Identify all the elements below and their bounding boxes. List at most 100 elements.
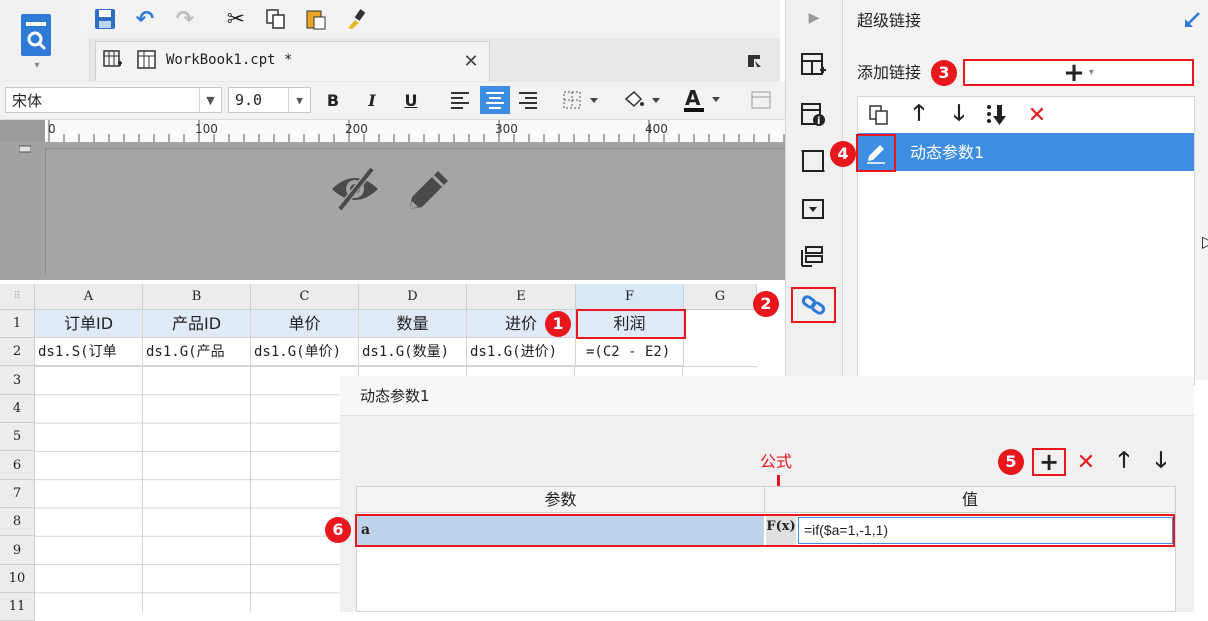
chevron-down-icon: ▾ — [1088, 67, 1094, 78]
add-param-button[interactable]: + — [1032, 448, 1066, 476]
step-badge-6: 6 — [325, 517, 351, 543]
plus-icon: + — [1063, 57, 1085, 88]
step-badge-4: 4 — [830, 141, 856, 167]
redo-icon[interactable]: ↷ — [172, 6, 198, 32]
panel-title: 超级链接 — [857, 11, 922, 30]
column-header[interactable]: E — [467, 284, 576, 310]
align-center-icon[interactable] — [480, 86, 510, 114]
cell-style-icon[interactable] — [748, 87, 774, 113]
data-cell[interactable]: ds1.G(产品 — [143, 338, 251, 366]
paste-icon[interactable] — [303, 6, 329, 32]
ruler-label: 300 — [495, 122, 518, 136]
bold-button[interactable]: B — [320, 86, 346, 114]
chevron-down-icon: ▼ — [288, 88, 310, 112]
hyperlink-icon[interactable] — [791, 287, 836, 323]
step-badge-3: 3 — [931, 60, 957, 86]
workbook-icon — [136, 49, 158, 71]
data-cell[interactable]: ds1.G(数量) — [359, 338, 467, 366]
header-cell[interactable]: 产品ID — [143, 310, 251, 338]
selected-cell-highlight — [576, 309, 686, 339]
report-icon[interactable] — [18, 10, 54, 60]
ruler-label: 200 — [345, 122, 368, 136]
copy-link-icon[interactable] — [864, 100, 894, 130]
chevron-down-icon[interactable]: ▾ — [28, 58, 46, 72]
frame-icon[interactable] — [797, 146, 829, 176]
italic-button[interactable]: I — [359, 86, 385, 114]
row-header[interactable]: 9 — [0, 536, 35, 565]
format-painter-icon[interactable] — [343, 6, 369, 32]
cell-element-icon[interactable] — [797, 50, 829, 80]
cell-pointer-icon[interactable] — [742, 50, 766, 72]
cut-icon[interactable]: ✂ — [223, 6, 249, 32]
row-header[interactable]: 1 — [0, 310, 35, 338]
step-badge-2: 2 — [753, 291, 779, 317]
param-row-highlight — [355, 514, 1175, 547]
font-family-value: 宋体 — [12, 91, 43, 110]
font-family-select[interactable]: 宋体 ▼ — [5, 87, 222, 113]
align-right-icon[interactable] — [515, 87, 541, 113]
row-header[interactable]: 7 — [0, 480, 35, 508]
row-header[interactable]: 6 — [0, 451, 35, 480]
add-link-button[interactable]: + ▾ — [963, 59, 1194, 86]
fill-color-icon[interactable] — [620, 87, 666, 113]
collapse-arrow-icon[interactable]: ▶ — [802, 8, 826, 28]
row-header[interactable]: 8 — [0, 508, 35, 536]
ruler-label: 0 — [48, 122, 56, 136]
align-left-icon[interactable] — [447, 87, 473, 113]
corner-cell[interactable]: ⠿ — [0, 284, 35, 310]
copy-icon[interactable] — [263, 6, 289, 32]
row-header[interactable]: 11 — [0, 593, 35, 621]
hide-eye-icon[interactable] — [326, 163, 384, 215]
edit-link-icon[interactable] — [856, 134, 896, 172]
close-tab-icon[interactable]: ✕ — [460, 50, 482, 72]
font-size-select[interactable]: 9.0 ▼ — [228, 87, 311, 113]
ruler-label: 100 — [195, 122, 218, 136]
formula-annotation: 公式 — [760, 452, 793, 471]
step-badge-1: 1 — [545, 311, 571, 337]
column-header[interactable]: D — [359, 284, 467, 310]
ruler-label: 400 — [645, 122, 668, 136]
add-link-label: 添加链接 — [857, 63, 922, 82]
condition-icon[interactable] — [797, 242, 829, 272]
value-col-header: 值 — [765, 487, 1175, 513]
row-header[interactable]: 5 — [0, 423, 35, 451]
widget-icon[interactable] — [797, 194, 829, 224]
header-cell[interactable]: 单价 — [251, 310, 359, 338]
data-cell[interactable]: ds1.G(单价) — [251, 338, 359, 366]
cell-attr-icon[interactable]: i — [797, 100, 829, 130]
column-header[interactable]: F — [576, 284, 684, 310]
column-header[interactable]: A — [35, 284, 143, 310]
column-header[interactable]: B — [143, 284, 251, 310]
undo-icon[interactable]: ↶ — [132, 6, 158, 32]
ruler-marker-icon — [18, 144, 32, 154]
row-header[interactable]: 4 — [0, 395, 35, 423]
svg-text:i: i — [817, 116, 820, 127]
edit-pencil-icon[interactable] — [400, 163, 456, 215]
row-header[interactable]: 2 — [0, 338, 35, 366]
svg-text:A: A — [685, 87, 701, 110]
data-cell[interactable]: ds1.G(进价) — [467, 338, 576, 366]
delete-icon[interactable]: ✕ — [1022, 100, 1052, 130]
font-size-value: 9.0 — [235, 91, 263, 109]
header-cell[interactable]: 数量 — [359, 310, 467, 338]
move-down-icon[interactable]: 🡓 — [1147, 448, 1175, 476]
delete-param-icon[interactable]: ✕ — [1072, 448, 1100, 476]
header-cell[interactable]: 订单ID — [35, 310, 143, 338]
font-color-icon[interactable]: A — [680, 85, 728, 115]
data-cell[interactable]: =(C2 - E2) — [576, 338, 684, 366]
expand-arrow-icon[interactable] — [1180, 8, 1204, 32]
border-icon[interactable] — [560, 87, 604, 113]
move-up-icon[interactable]: 🡑 — [1110, 448, 1138, 476]
save-icon[interactable] — [92, 6, 118, 32]
grid-insert-icon[interactable] — [101, 47, 125, 73]
sort-down-icon[interactable] — [982, 100, 1012, 130]
move-down-icon[interactable]: 🡓 — [944, 100, 974, 130]
row-header[interactable]: 3 — [0, 366, 35, 395]
move-up-icon[interactable]: 🡑 — [904, 100, 934, 130]
column-header[interactable]: C — [251, 284, 359, 310]
row-header[interactable]: 10 — [0, 565, 35, 593]
column-header[interactable]: G — [684, 284, 757, 310]
data-cell[interactable]: ds1.S(订单 — [35, 338, 143, 366]
link-item-selected[interactable] — [858, 133, 1194, 171]
underline-button[interactable]: U — [398, 86, 424, 114]
